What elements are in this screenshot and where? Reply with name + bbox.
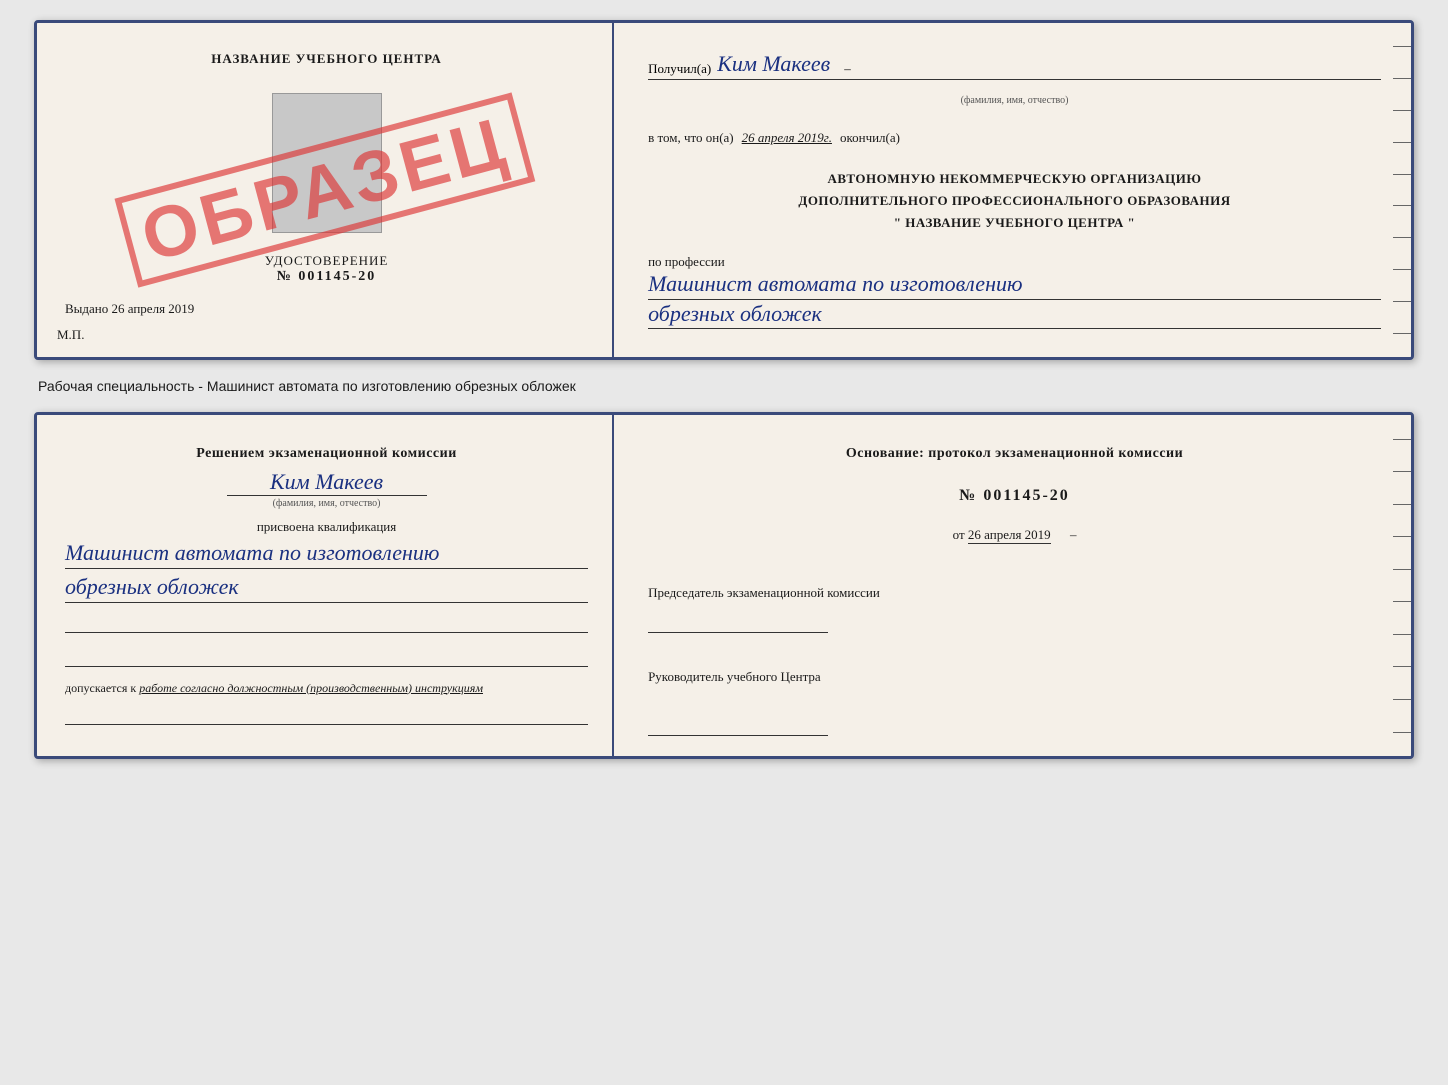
- blank-lines-block: [65, 613, 588, 667]
- commission-decision-title: Решением экзаменационной комиссии: [65, 443, 588, 465]
- issued-date-value: 26 апреля 2019: [112, 301, 195, 316]
- profession-block: по профессии Машинист автомата по изгото…: [648, 254, 1381, 329]
- qualification-label: присвоена квалификация: [65, 519, 588, 535]
- side-decorations-bottom: [1393, 415, 1411, 756]
- side-line: [1393, 699, 1411, 700]
- side-line: [1393, 504, 1411, 505]
- person-name-cursive: Ким Макеев: [227, 469, 427, 496]
- school-name-top: НАЗВАНИЕ УЧЕБНОГО ЦЕНТРА: [211, 51, 442, 67]
- side-line: [1393, 333, 1411, 334]
- side-line: [1393, 142, 1411, 143]
- org-line3: " НАЗВАНИЕ УЧЕБНОГО ЦЕНТРА ": [648, 212, 1381, 234]
- blank-line: [648, 613, 828, 633]
- profession-label: по профессии: [648, 254, 1381, 270]
- cert-title: УДОСТОВЕРЕНИЕ: [265, 253, 389, 269]
- date-suffix: окончил(а): [840, 130, 900, 146]
- top-doc-right-panel: Получил(а) Ким Макеев – (фамилия, имя, о…: [614, 23, 1411, 357]
- bottom-document-card: Решением экзаменационной комиссии Ким Ма…: [34, 412, 1414, 759]
- side-line: [1393, 174, 1411, 175]
- side-line: [1393, 601, 1411, 602]
- blank-line: [65, 647, 588, 667]
- date-prefix: в том, что он(а): [648, 130, 734, 146]
- side-line: [1393, 732, 1411, 733]
- side-line: [1393, 110, 1411, 111]
- permission-text-block: допускается к работе согласно должностны…: [65, 679, 483, 697]
- date-value: 26 апреля 2019г.: [742, 130, 832, 146]
- chairman-block: Председатель экзаменационной комиссии: [648, 583, 1381, 633]
- permission-blank-line: [65, 705, 588, 725]
- protocol-date-prefix: от: [953, 527, 965, 542]
- recipient-prefix: Получил(а): [648, 61, 711, 77]
- permission-value: работе согласно должностным (производств…: [139, 681, 483, 695]
- side-line: [1393, 569, 1411, 570]
- issued-date-block: Выдано 26 апреля 2019: [65, 301, 588, 317]
- basis-label: Основание: протокол экзаменационной коми…: [648, 443, 1381, 465]
- qualification-line2: обрезных обложек: [65, 573, 588, 603]
- mp-label: М.П.: [57, 327, 84, 343]
- director-blank-lines: [648, 696, 1381, 736]
- side-line: [1393, 269, 1411, 270]
- org-line2: ДОПОЛНИТЕЛЬНОГО ПРОФЕССИОНАЛЬНОГО ОБРАЗО…: [648, 190, 1381, 212]
- recipient-name: Ким Макеев: [717, 51, 830, 77]
- date-line: в том, что он(а) 26 апреля 2019г. окончи…: [648, 130, 1381, 146]
- recipient-block: Получил(а) Ким Макеев –: [648, 51, 1381, 80]
- side-line: [1393, 536, 1411, 537]
- cert-number: № 001145-20: [265, 269, 389, 285]
- blank-line: [65, 613, 588, 633]
- side-line: [1393, 301, 1411, 302]
- side-line: [1393, 205, 1411, 206]
- chairman-label: Председатель экзаменационной комиссии: [648, 583, 1381, 603]
- bottom-doc-left-panel: Решением экзаменационной комиссии Ким Ма…: [37, 415, 614, 756]
- bottom-doc-right-panel: Основание: протокол экзаменационной коми…: [614, 415, 1411, 756]
- side-line: [1393, 471, 1411, 472]
- permission-prefix: допускается к: [65, 681, 136, 695]
- protocol-number: № 001145-20: [648, 487, 1381, 505]
- blank-line: [648, 716, 828, 736]
- cert-title-block: УДОСТОВЕРЕНИЕ № 001145-20: [265, 253, 389, 285]
- profession-line2: обрезных обложек: [648, 300, 1381, 330]
- side-line: [1393, 439, 1411, 440]
- director-block: Руководитель учебного Центра: [648, 667, 1381, 737]
- top-document-card: НАЗВАНИЕ УЧЕБНОГО ЦЕНТРА УДОСТОВЕРЕНИЕ №…: [34, 20, 1414, 360]
- director-label: Руководитель учебного Центра: [648, 667, 1381, 687]
- person-sublabel: (фамилия, имя, отчество): [65, 498, 588, 509]
- document-container: НАЗВАНИЕ УЧЕБНОГО ЦЕНТРА УДОСТОВЕРЕНИЕ №…: [34, 20, 1414, 759]
- protocol-date: от 26 апреля 2019 –: [648, 527, 1381, 543]
- side-line: [1393, 237, 1411, 238]
- side-line: [1393, 46, 1411, 47]
- recipient-sublabel: (фамилия, имя, отчество): [648, 95, 1381, 106]
- qualification-line1: Машинист автомата по изготовлению: [65, 539, 588, 569]
- issued-label: Выдано: [65, 301, 108, 316]
- side-decorations: [1393, 23, 1411, 357]
- top-doc-left-panel: НАЗВАНИЕ УЧЕБНОГО ЦЕНТРА УДОСТОВЕРЕНИЕ №…: [37, 23, 614, 357]
- org-line1: АВТОНОМНУЮ НЕКОММЕРЧЕСКУЮ ОРГАНИЗАЦИЮ: [648, 168, 1381, 190]
- chairman-blank-lines: [648, 613, 1381, 633]
- org-block: АВТОНОМНУЮ НЕКОММЕРЧЕСКУЮ ОРГАНИЗАЦИЮ ДО…: [648, 168, 1381, 234]
- side-line: [1393, 78, 1411, 79]
- photo-placeholder: [272, 93, 382, 233]
- profession-line1: Машинист автомата по изготовлению: [648, 270, 1381, 300]
- side-line: [1393, 666, 1411, 667]
- protocol-date-value: 26 апреля 2019: [968, 527, 1051, 544]
- side-line: [1393, 634, 1411, 635]
- caption-text: Рабочая специальность - Машинист автомат…: [34, 378, 1414, 394]
